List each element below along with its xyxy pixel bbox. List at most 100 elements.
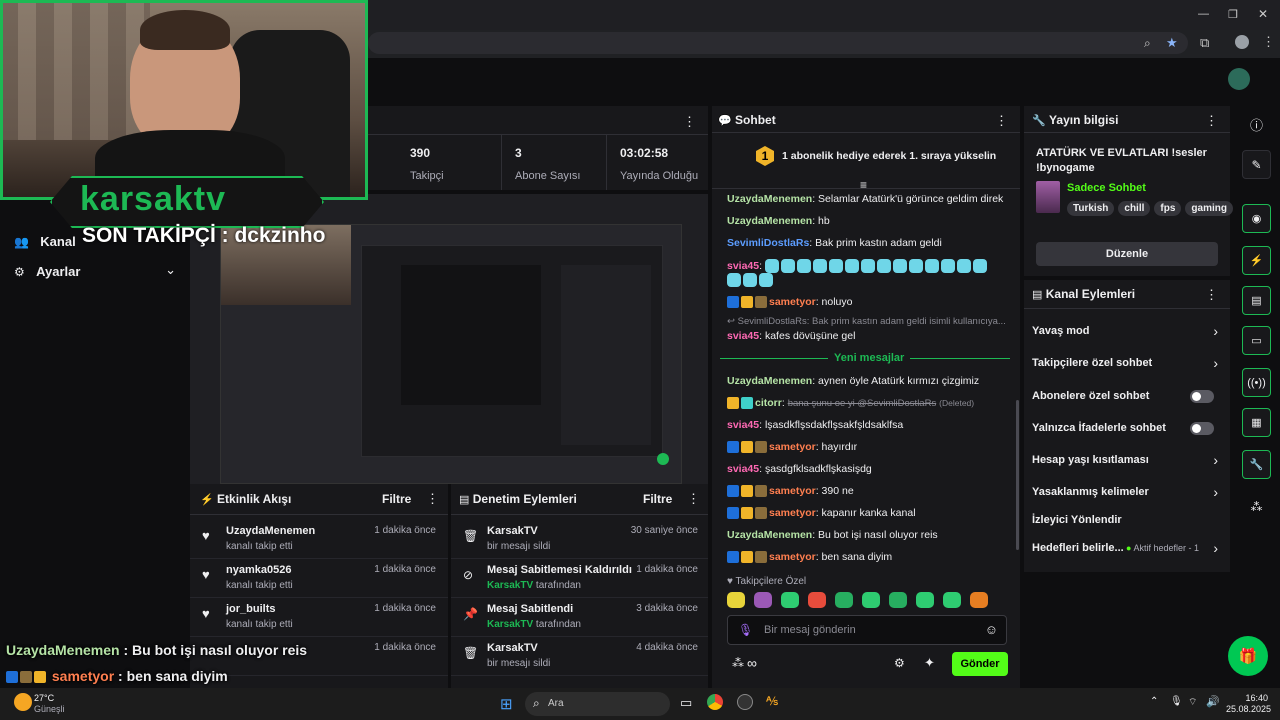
info-icon[interactable]: ⓘ (1242, 110, 1271, 139)
chat-bubble-icon[interactable]: ▭ (1242, 326, 1271, 355)
wrench-icon[interactable]: 🔧 (1242, 450, 1271, 479)
chat-username[interactable]: sametyor (769, 296, 816, 308)
broadcast-icon[interactable]: ((•)) (1242, 368, 1271, 397)
filter-button[interactable]: Filtre (643, 492, 672, 506)
profile-avatar[interactable] (1235, 35, 1249, 49)
gift-fab-button[interactable]: 🎁 (1228, 636, 1268, 676)
activity-row[interactable]: ♥ jor_builts kanalı takip etti 1 dakika … (190, 598, 448, 637)
emote-icon[interactable] (727, 592, 745, 608)
chat-message[interactable]: citorr: bana şunu oe yi @SevimliDostlaRs… (727, 397, 974, 410)
emote-icon[interactable] (835, 592, 853, 608)
chat-message[interactable]: sametyor: kapanır kanka kanal (727, 507, 916, 520)
chat-username[interactable]: sametyor (769, 441, 816, 453)
collapse-icon[interactable]: ≡ (860, 178, 867, 192)
app-icon[interactable]: ⅍ (766, 694, 778, 708)
channel-action-item[interactable]: Takipçilere özel sohbet › (1024, 353, 1230, 377)
channel-action-item[interactable]: Yavaş mod › (1024, 321, 1230, 345)
channel-action-item[interactable]: Yasaklanmış kelimeler › (1024, 482, 1230, 506)
send-button[interactable]: Gönder (952, 652, 1008, 676)
microphone-icon[interactable]: 🎙 (1170, 696, 1183, 707)
bits-icon[interactable]: ⁂ (1242, 492, 1271, 521)
mod-action-row[interactable]: ⊘ Mesaj Sabitlemesi Kaldırıldı KarsakTV … (451, 559, 708, 598)
task-view-icon[interactable]: ▭ (680, 695, 692, 711)
zoom-icon[interactable]: ⌕ (1144, 36, 1151, 51)
chat-username[interactable]: UzaydaMenemen (727, 193, 812, 205)
bolt-icon[interactable]: ⚡ (1242, 246, 1271, 275)
chat-input[interactable]: 🎙 Bir mesaj gönderin ☺ (727, 615, 1007, 645)
nav-item-settings[interactable]: ⚙ Ayarlar ⌄ (14, 262, 176, 279)
bookmark-star-icon[interactable]: ★ (1166, 35, 1178, 51)
tag[interactable]: gaming (1185, 201, 1233, 216)
pencil-icon[interactable]: ✎ (1242, 150, 1271, 179)
activity-row[interactable]: ♥ nyamka0526 kanalı takip etti 1 dakika … (190, 559, 448, 598)
tag[interactable]: Turkish (1067, 201, 1115, 216)
pinned-sub-gift[interactable]: 1 1 abonelik hediye ederek 1. sıraya yük… (756, 146, 996, 166)
chat-message[interactable]: svia45: lşasdkflşsdakflşsakfşldsaklfsa (727, 419, 903, 431)
more-options-icon[interactable]: ⋮ (426, 491, 439, 507)
user-avatar[interactable] (1228, 68, 1250, 90)
nav-item-channel[interactable]: 👥 Kanal (14, 234, 76, 249)
more-options-icon[interactable]: ⋮ (1205, 113, 1218, 129)
browser-menu-icon[interactable]: ⋮ (1262, 34, 1275, 50)
obs-icon[interactable] (737, 694, 753, 710)
wifi-icon[interactable]: ⌔ (1188, 696, 1197, 709)
document-icon[interactable]: ▤ (1242, 286, 1271, 315)
chat-message[interactable]: UzaydaMenemen: Selamlar Atatürk'ü görünc… (727, 193, 1003, 205)
taskbar-search[interactable]: ⌕ Ara (525, 692, 670, 716)
chat-username[interactable]: UzaydaMenemen (727, 375, 812, 387)
chat-username[interactable]: citorr (755, 397, 782, 409)
filter-button[interactable]: Filtre (382, 492, 411, 506)
emote-icon[interactable] (781, 592, 799, 608)
chat-message[interactable]: sametyor: noluyo (727, 296, 853, 309)
minimize-button[interactable]: — (1198, 8, 1209, 20)
address-bar[interactable]: ⌕ ★ (368, 32, 1188, 54)
emoji-icon[interactable]: ☺ (985, 622, 998, 637)
chat-message[interactable]: SevimliDostlaRs: Bak prim kastın adam ge… (727, 237, 942, 249)
toggle-switch[interactable] (1190, 422, 1214, 435)
emote-icon[interactable] (943, 592, 961, 608)
more-options-icon[interactable]: ⋮ (683, 114, 696, 130)
mod-action-row[interactable]: 📌 Mesaj Sabitlendi KarsakTV tarafından 3… (451, 598, 708, 637)
mod-action-row[interactable]: 🗑 KarsakTV bir mesajı sildi 30 saniye ön… (451, 520, 708, 559)
chat-username[interactable]: svia45 (727, 419, 759, 431)
chat-message[interactable]: UzaydaMenemen: hb (727, 215, 830, 227)
emote-icon[interactable] (862, 592, 880, 608)
category-thumbnail[interactable] (1036, 181, 1060, 213)
chat-username[interactable]: svia45 (727, 463, 759, 475)
toggle-switch[interactable] (1190, 390, 1214, 403)
stream-video[interactable] (220, 224, 682, 484)
close-button[interactable]: ✕ (1258, 7, 1268, 21)
more-options-icon[interactable]: ⋮ (995, 113, 1008, 129)
chat-message[interactable]: sametyor: hayırdır (727, 441, 857, 454)
start-icon[interactable]: ⊞ (500, 695, 513, 713)
edit-button[interactable]: Düzenle (1036, 242, 1218, 266)
chat-message[interactable]: UzaydaMenemen: Bu bot işi nasıl oluyor r… (727, 529, 938, 541)
chat-username[interactable]: SevimliDostlaRs (727, 237, 809, 249)
channel-action-item[interactable]: Yalnızca İfadelerle sohbet (1024, 418, 1230, 442)
channel-action-item[interactable]: Hedefleri belirle... ● Aktif hedefler - 1… (1024, 538, 1230, 562)
extensions-icon[interactable]: ⧉ (1200, 35, 1209, 51)
chat-username[interactable]: svia45 (727, 330, 759, 342)
gear-icon[interactable]: ⚙ (894, 656, 905, 670)
activity-row[interactable]: ♥ UzaydaMenemen kanalı takip etti 1 daki… (190, 520, 448, 559)
emote-icon[interactable] (754, 592, 772, 608)
chat-username[interactable]: svia45 (727, 260, 759, 272)
chat-message[interactable]: svia45: kafes dövüşüne gel (727, 330, 855, 342)
chat-username[interactable]: sametyor (769, 507, 816, 519)
chat-message[interactable]: sametyor: ben sana diyim (727, 551, 892, 564)
emote-icon[interactable] (916, 592, 934, 608)
chat-message[interactable]: ↩ SevimliDostlaRs: Bak prim kastın adam … (727, 316, 1006, 327)
category-name[interactable]: Sadece Sohbet (1067, 182, 1146, 194)
mic-icon[interactable]: 🎙 (738, 623, 753, 637)
clock[interactable]: 16:40 25.08.2025 (1226, 693, 1271, 715)
weather-icon[interactable] (14, 693, 32, 711)
chat-message[interactable]: UzaydaMenemen: aynen öyle Atatürk kırmız… (727, 375, 979, 387)
chat-message[interactable]: svia45: şasdgfklsadkflşkasişdg (727, 463, 872, 475)
chat-message[interactable]: sametyor: 390 ne (727, 485, 854, 498)
emote-icon[interactable] (970, 592, 988, 608)
camera-icon[interactable]: ◉ (1242, 204, 1271, 233)
chat-username[interactable]: UzaydaMenemen (727, 215, 812, 227)
chat-message[interactable]: svia45: (727, 259, 997, 287)
tag[interactable]: fps (1154, 201, 1182, 216)
puzzle-icon[interactable]: ✦ (924, 655, 935, 671)
